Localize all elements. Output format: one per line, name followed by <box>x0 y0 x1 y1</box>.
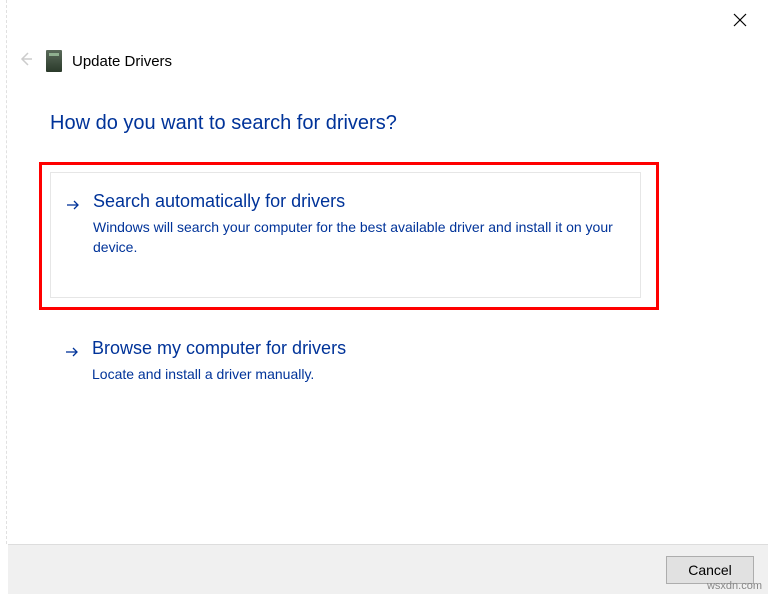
dialog-title: Update Drivers <box>72 53 172 70</box>
dialog-header: Update Drivers <box>16 50 172 72</box>
device-icon <box>46 50 62 72</box>
option-body: Browse my computer for drivers Locate an… <box>92 338 621 385</box>
option-description: Windows will search your computer for th… <box>93 218 620 257</box>
option-description: Locate and install a driver manually. <box>92 365 621 385</box>
arrow-right-icon <box>64 342 80 362</box>
option-title: Search automatically for drivers <box>93 191 620 212</box>
close-button[interactable] <box>730 12 750 32</box>
back-arrow-icon <box>19 52 33 71</box>
option-body: Search automatically for drivers Windows… <box>93 191 620 257</box>
close-icon <box>733 13 747 32</box>
watermark: wsxdn.com <box>707 580 762 592</box>
option-title: Browse my computer for drivers <box>92 338 621 359</box>
back-button[interactable] <box>16 51 36 71</box>
option-browse-computer[interactable]: Browse my computer for drivers Locate an… <box>50 320 641 403</box>
arrow-right-icon <box>65 195 81 215</box>
dialog-footer: Cancel <box>8 544 768 594</box>
page-heading: How do you want to search for drivers? <box>50 112 397 135</box>
left-edge-decoration <box>6 0 8 544</box>
option-search-automatically[interactable]: Search automatically for drivers Windows… <box>50 172 641 298</box>
update-drivers-dialog: Update Drivers How do you want to search… <box>0 0 768 594</box>
